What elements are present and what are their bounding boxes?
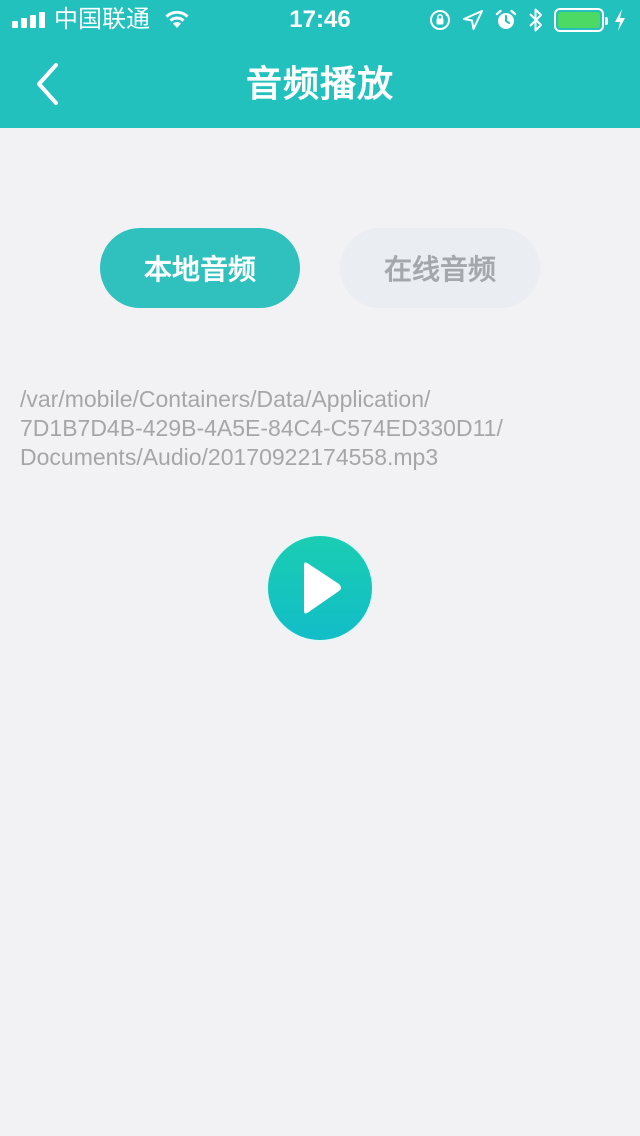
status-bar: 中国联通 17:46 [0,0,640,40]
rotation-lock-icon [428,8,452,32]
file-path: /var/mobile/Containers/Data/Application/… [20,385,620,472]
battery-icon [554,8,608,32]
alarm-icon [494,8,518,32]
nav-bar: 音频播放 [0,40,640,128]
header: 中国联通 17:46 音频播放 [0,0,640,128]
charging-icon [614,8,626,32]
file-path-line: /var/mobile/Containers/Data/Application/ [20,386,431,412]
play-icon [304,562,341,614]
tab-local-audio[interactable]: 本地音频 [100,228,300,308]
file-path-line: Documents/Audio/20170922174558.mp3 [20,444,439,470]
audio-source-tabs: 本地音频 在线音频 [0,228,640,308]
page-title: 音频播放 [245,63,394,104]
location-icon [462,9,484,31]
status-icons [428,7,626,33]
bluetooth-icon [528,7,544,33]
tab-online-audio[interactable]: 在线音频 [340,228,540,308]
battery-level [558,12,600,28]
play-button[interactable] [266,534,374,642]
file-path-line: 7D1B7D4B-429B-4A5E-84C4-C574ED330D11/ [20,415,503,441]
